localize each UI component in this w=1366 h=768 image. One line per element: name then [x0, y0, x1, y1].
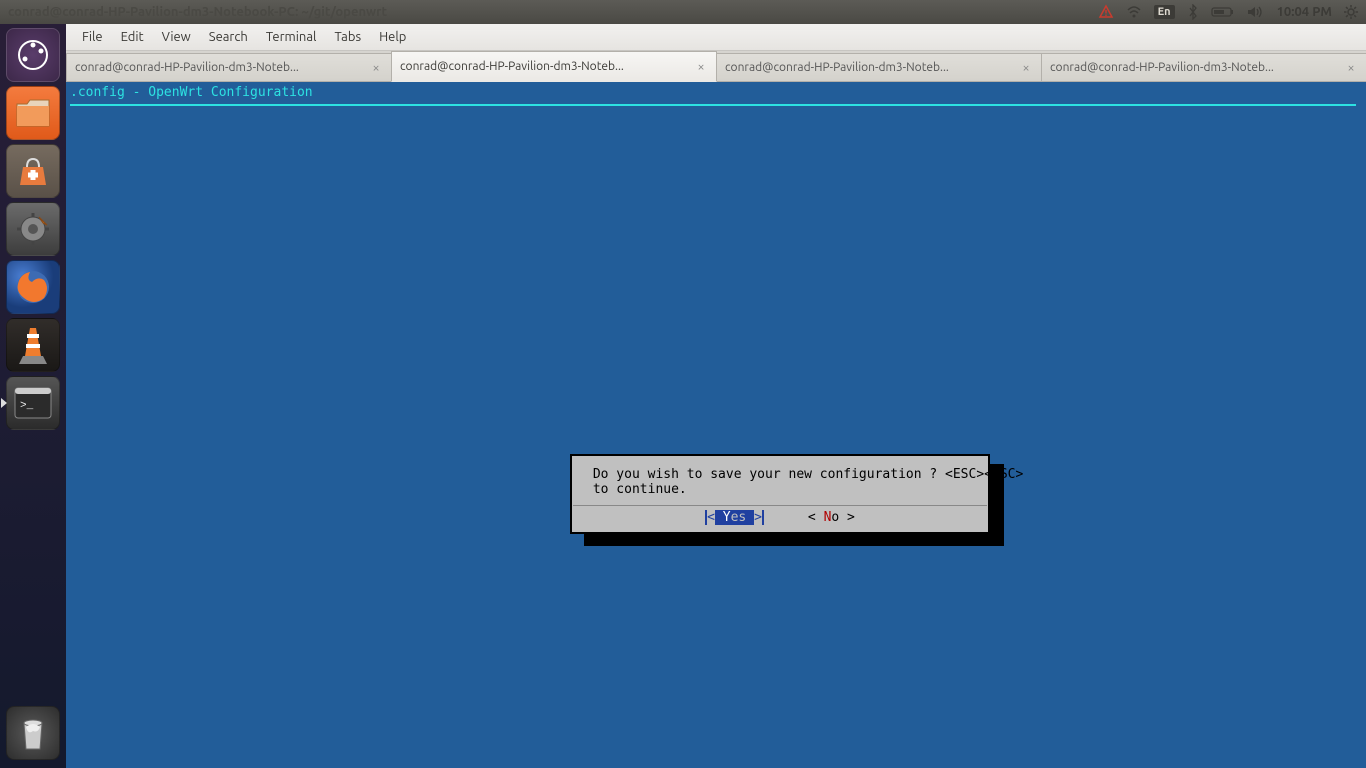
terminal-icon[interactable]: >_	[6, 376, 60, 430]
bluetooth-icon[interactable]	[1187, 4, 1199, 20]
terminal-tab[interactable]: conrad@conrad-HP-Pavilion-dm3-Noteb... ×	[66, 53, 392, 81]
vlc-icon[interactable]	[6, 318, 60, 372]
menu-view[interactable]: View	[154, 27, 199, 47]
terminal-tab[interactable]: conrad@conrad-HP-Pavilion-dm3-Noteb... ×	[1041, 53, 1366, 81]
close-icon[interactable]: ×	[1344, 61, 1358, 75]
software-center-icon[interactable]	[6, 144, 60, 198]
horizontal-rule	[70, 104, 1356, 106]
close-icon[interactable]: ×	[694, 60, 708, 74]
menu-search[interactable]: Search	[201, 27, 256, 47]
tabbar: conrad@conrad-HP-Pavilion-dm3-Noteb... ×…	[66, 51, 1366, 82]
config-title: .config - OpenWrt Configuration	[70, 85, 313, 100]
unity-launcher: >_	[0, 24, 66, 768]
tab-label: conrad@conrad-HP-Pavilion-dm3-Noteb...	[1050, 61, 1338, 74]
menu-file[interactable]: File	[74, 27, 111, 47]
window-title: conrad@conrad-HP-Pavilion-dm3-Notebook-P…	[0, 5, 387, 19]
svg-text:>_: >_	[20, 400, 34, 412]
menu-tabs[interactable]: Tabs	[326, 27, 369, 47]
dash-icon[interactable]	[6, 28, 60, 82]
system-indicators: En 10:04 PM	[1098, 4, 1366, 20]
system-settings-icon[interactable]	[6, 202, 60, 256]
terminal-body[interactable]: .config - OpenWrt Configuration Do you w…	[66, 82, 1366, 768]
terminal-tab[interactable]: conrad@conrad-HP-Pavilion-dm3-Noteb... ×	[391, 51, 717, 82]
tab-label: conrad@conrad-HP-Pavilion-dm3-Noteb...	[725, 61, 1013, 74]
warning-icon[interactable]	[1098, 4, 1114, 20]
terminal-tab[interactable]: conrad@conrad-HP-Pavilion-dm3-Noteb... ×	[716, 53, 1042, 81]
dialog-buttons: < Yes > < No >	[573, 505, 987, 531]
volume-icon[interactable]	[1247, 5, 1265, 19]
firefox-icon[interactable]	[6, 260, 60, 314]
network-icon[interactable]	[1126, 4, 1142, 20]
no-button[interactable]: < No >	[808, 510, 855, 525]
close-icon[interactable]: ×	[369, 61, 383, 75]
battery-icon[interactable]	[1211, 6, 1235, 18]
dialog-message: Do you wish to save your new configurati…	[573, 457, 987, 505]
menu-edit[interactable]: Edit	[113, 27, 152, 47]
keyboard-layout-indicator[interactable]: En	[1154, 5, 1175, 19]
gear-icon[interactable]	[1344, 5, 1358, 19]
top-panel: conrad@conrad-HP-Pavilion-dm3-Notebook-P…	[0, 0, 1366, 24]
clock[interactable]: 10:04 PM	[1277, 5, 1332, 19]
trash-icon[interactable]	[6, 706, 60, 760]
menubar: File Edit View Search Terminal Tabs Help	[66, 24, 1366, 51]
tab-label: conrad@conrad-HP-Pavilion-dm3-Noteb...	[400, 60, 688, 73]
tab-label: conrad@conrad-HP-Pavilion-dm3-Noteb...	[75, 61, 363, 74]
menu-help[interactable]: Help	[371, 27, 414, 47]
yes-button[interactable]: < Yes >	[705, 510, 764, 525]
terminal-window: File Edit View Search Terminal Tabs Help…	[66, 24, 1366, 768]
close-icon[interactable]: ×	[1019, 61, 1033, 75]
file-manager-icon[interactable]	[6, 86, 60, 140]
save-dialog: Do you wish to save your new configurati…	[570, 454, 990, 534]
menu-terminal[interactable]: Terminal	[258, 27, 325, 47]
